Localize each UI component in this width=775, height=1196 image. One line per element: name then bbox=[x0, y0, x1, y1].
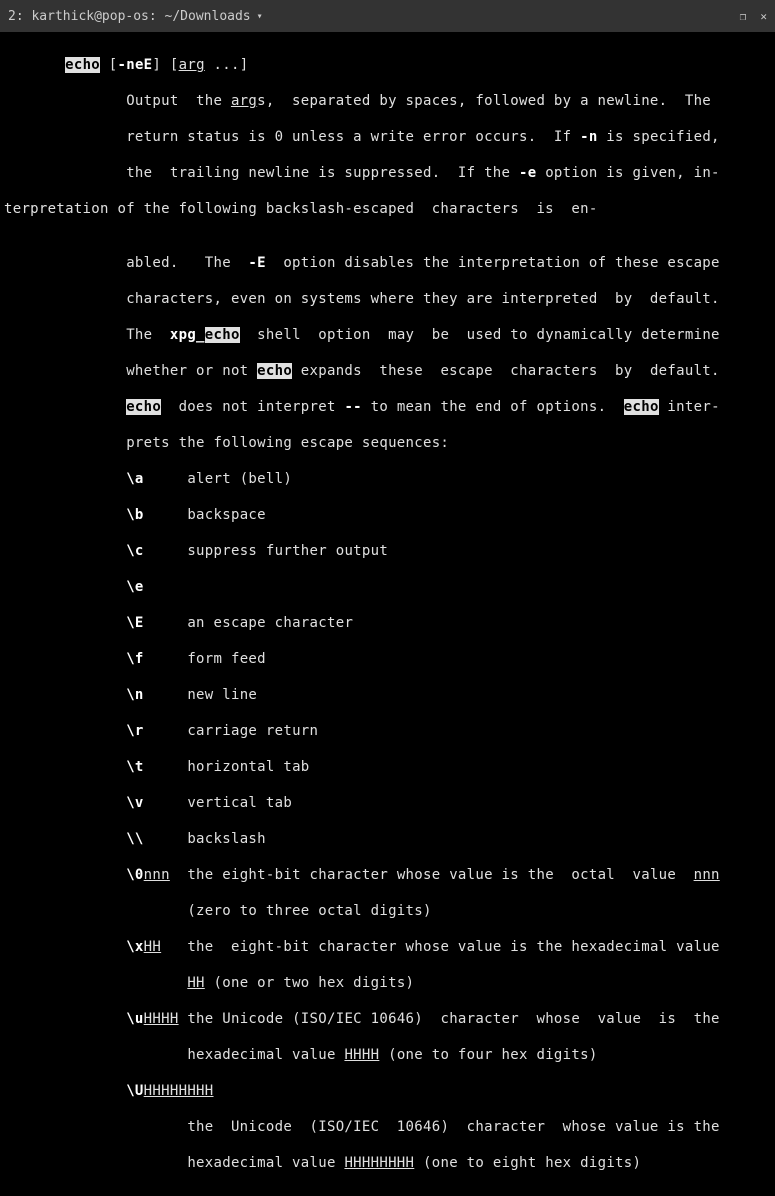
desc-line: abled. The -E option disables the interp… bbox=[4, 254, 771, 272]
seq-line: (zero to three octal digits) bbox=[4, 902, 771, 920]
seq-line: \0nnn the eight-bit character whose valu… bbox=[4, 866, 771, 884]
desc-line: characters, even on systems where they a… bbox=[4, 290, 771, 308]
dropdown-icon[interactable]: ▾ bbox=[257, 11, 263, 22]
arg-text: arg bbox=[179, 57, 205, 73]
seq-line: \t horizontal tab bbox=[4, 758, 771, 776]
opt-neE: -neE bbox=[118, 57, 153, 73]
maximize-button[interactable]: ❐ bbox=[740, 10, 747, 23]
seq-line: the Unicode (ISO/IEC 10646) character wh… bbox=[4, 1118, 771, 1136]
seq-line: \uHHHH the Unicode (ISO/IEC 10646) chara… bbox=[4, 1010, 771, 1028]
seq-line: \xHH the eight-bit character whose value… bbox=[4, 938, 771, 956]
desc-line: prets the following escape sequences: bbox=[4, 434, 771, 452]
window-controls: ❐ ✕ bbox=[740, 10, 767, 23]
seq-line: \b backspace bbox=[4, 506, 771, 524]
opt-n: -n bbox=[580, 129, 597, 145]
seq-line: \a alert (bell) bbox=[4, 470, 771, 488]
desc-line: Output the args, separated by spaces, fo… bbox=[4, 92, 771, 110]
desc-line: echo does not interpret -- to mean the e… bbox=[4, 398, 771, 416]
cmd-echo: echo bbox=[65, 57, 100, 73]
seq-line: HH (one or two hex digits) bbox=[4, 974, 771, 992]
seq-line: hexadecimal value HHHHHHHH (one to eight… bbox=[4, 1154, 771, 1172]
desc-line: The xpg_echo shell option may be used to… bbox=[4, 326, 771, 344]
seq-line: \r carriage return bbox=[4, 722, 771, 740]
seq-line: \f form feed bbox=[4, 650, 771, 668]
seq-line: \v vertical tab bbox=[4, 794, 771, 812]
seq-line: hexadecimal value HHHH (one to four hex … bbox=[4, 1046, 771, 1064]
desc-line: whether or not echo expands these escape… bbox=[4, 362, 771, 380]
seq-line: \n new line bbox=[4, 686, 771, 704]
terminal-output[interactable]: echo [-neE] [arg ...] Output the args, s… bbox=[0, 32, 775, 1196]
seq-line: \E an escape character bbox=[4, 614, 771, 632]
desc-line: terpretation of the following backslash-… bbox=[4, 200, 771, 218]
seq-line: \UHHHHHHHH bbox=[4, 1082, 771, 1100]
opt-e: -e bbox=[519, 165, 536, 181]
seq-line: \e bbox=[4, 578, 771, 596]
desc-line: return status is 0 unless a write error … bbox=[4, 128, 771, 146]
titlebar: 2: karthick@pop-os: ~/Downloads ▾ ❐ ✕ bbox=[0, 0, 775, 32]
title-left: 2: karthick@pop-os: ~/Downloads ▾ bbox=[8, 9, 263, 24]
window-title: 2: karthick@pop-os: ~/Downloads bbox=[8, 9, 251, 24]
close-button[interactable]: ✕ bbox=[760, 10, 767, 23]
synopsis-line: echo [-neE] [arg ...] bbox=[4, 56, 771, 74]
opt-E-cap: -E bbox=[248, 255, 265, 271]
seq-line: \c suppress further output bbox=[4, 542, 771, 560]
desc-line: the trailing newline is suppressed. If t… bbox=[4, 164, 771, 182]
seq-line: \\ backslash bbox=[4, 830, 771, 848]
